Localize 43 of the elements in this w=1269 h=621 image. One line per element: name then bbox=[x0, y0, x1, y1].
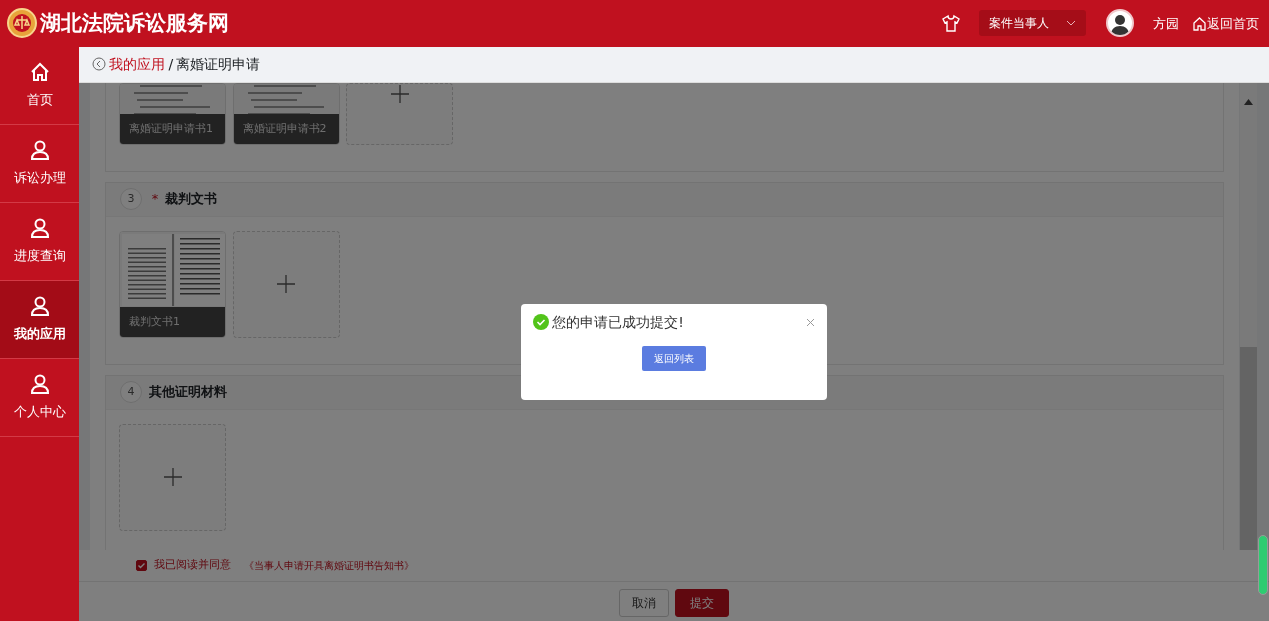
breadcrumb-current: 离婚证明申请 bbox=[176, 54, 261, 74]
chevron-icon bbox=[1066, 20, 1077, 27]
breadcrumb-separator: / bbox=[168, 54, 174, 74]
agreement-label: 我已阅读并同意 bbox=[153, 557, 231, 574]
step-number: 3 bbox=[120, 188, 142, 211]
user-name[interactable]: 方园 bbox=[1153, 13, 1180, 34]
close-icon[interactable] bbox=[806, 317, 815, 327]
status-indicator bbox=[1258, 535, 1268, 595]
home-icon bbox=[1192, 15, 1208, 31]
user-icon bbox=[28, 295, 51, 318]
file-name: 裁判文书1 bbox=[120, 306, 225, 337]
checkbox[interactable] bbox=[136, 560, 147, 571]
back-icon[interactable] bbox=[92, 57, 106, 72]
file-thumbnail[interactable]: 裁判文书1 bbox=[119, 230, 226, 338]
site-title: 湖北法院诉讼服务网 bbox=[39, 9, 229, 37]
home-link[interactable]: 返回首页 bbox=[1192, 13, 1260, 34]
plus-icon bbox=[162, 467, 183, 488]
plus-icon bbox=[389, 83, 410, 104]
user-icon bbox=[28, 217, 51, 240]
role-dropdown[interactable]: 案件当事人 bbox=[979, 10, 1087, 37]
scrollbar[interactable] bbox=[1240, 82, 1257, 550]
upload-tile[interactable] bbox=[119, 423, 226, 531]
plus-icon bbox=[276, 274, 296, 295]
upload-tile[interactable] bbox=[346, 82, 453, 145]
user-icon bbox=[28, 373, 51, 396]
submit-button[interactable]: 提交 bbox=[675, 588, 730, 617]
dialog-message: 您的申请已成功提交! bbox=[552, 312, 685, 332]
shirt-icon[interactable] bbox=[941, 14, 960, 33]
breadcrumb-link[interactable]: 我的应用 bbox=[109, 53, 166, 75]
agreement-link[interactable]: 《当事人申请开具离婚证明书告知书》 bbox=[243, 558, 414, 573]
back-to-list-button[interactable]: 返回列表 bbox=[642, 345, 706, 371]
success-icon bbox=[533, 314, 549, 331]
sidebar-item[interactable]: 我的应用 bbox=[0, 280, 79, 359]
required-mark: * bbox=[151, 190, 159, 209]
section-title: 其他证明材料 bbox=[148, 383, 227, 402]
step-number: 4 bbox=[120, 381, 142, 404]
cancel-button[interactable]: 取消 bbox=[618, 588, 669, 617]
avatar[interactable] bbox=[1105, 9, 1134, 38]
section-title: 裁判文书 bbox=[164, 190, 217, 209]
user-icon bbox=[28, 139, 51, 162]
scroll-up-icon[interactable] bbox=[1244, 98, 1253, 105]
emblem-icon bbox=[6, 8, 37, 39]
upload-tile[interactable] bbox=[232, 230, 340, 338]
